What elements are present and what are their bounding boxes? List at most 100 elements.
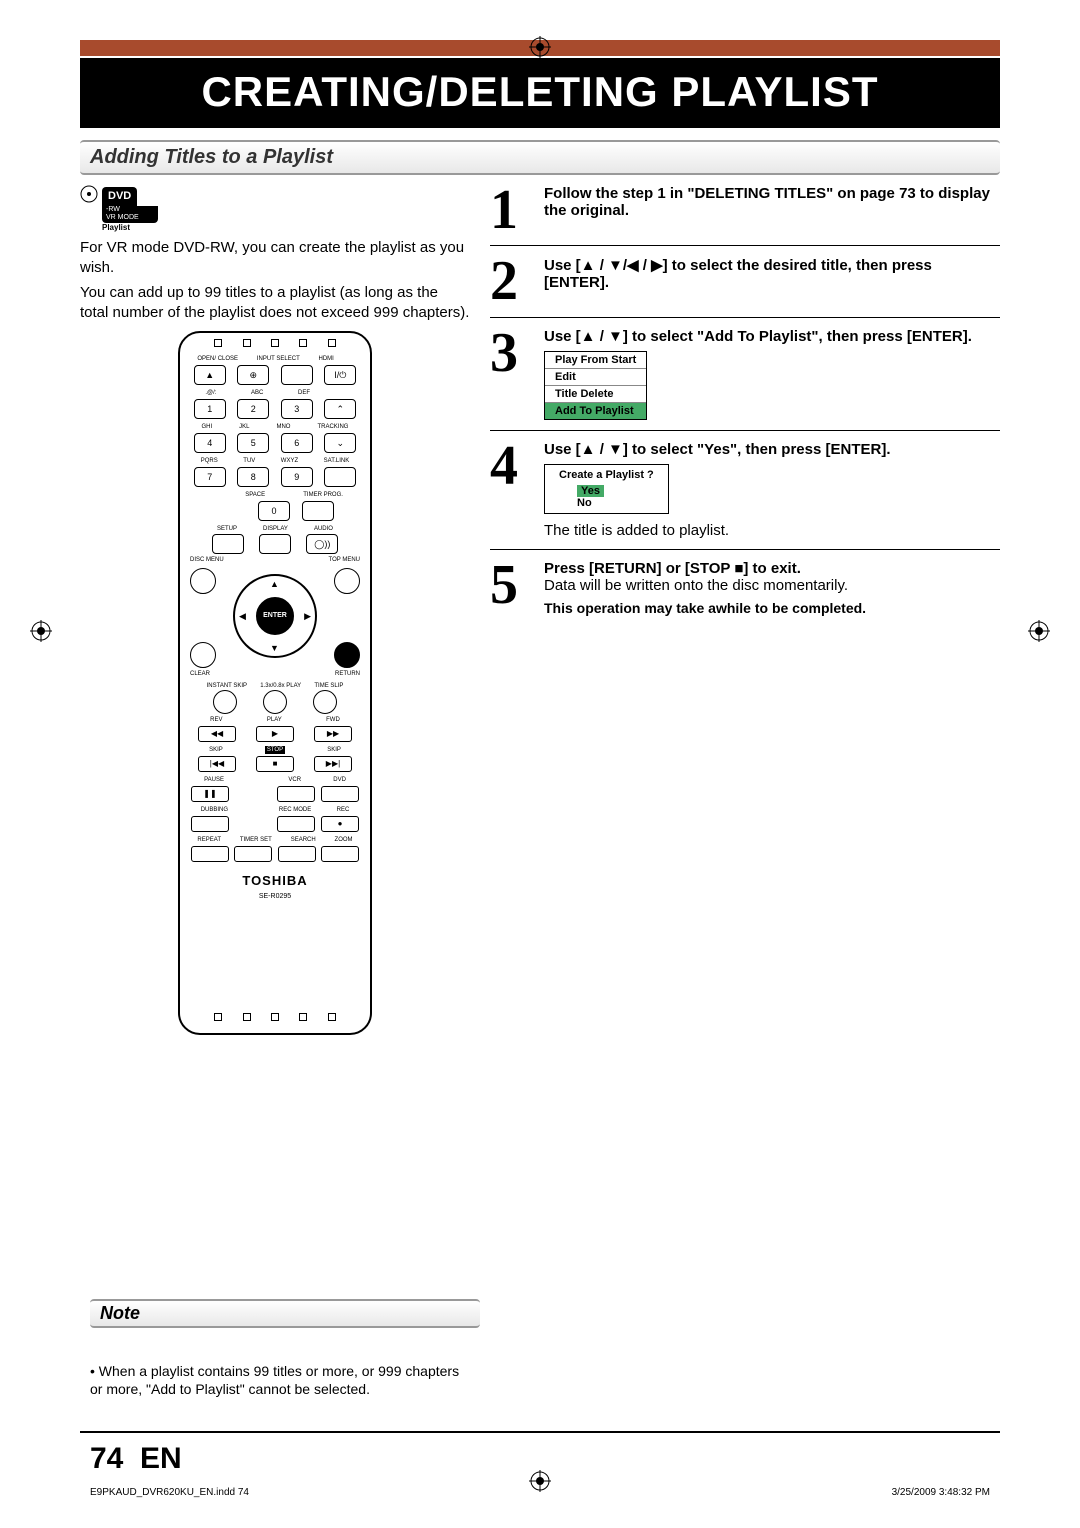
timer-set-button — [234, 846, 272, 862]
step-number: 4 — [490, 441, 534, 539]
num-7-button: 7 — [194, 467, 226, 487]
step-1: 1 Follow the step 1 in "DELETING TITLES"… — [490, 185, 1000, 246]
forward-button: ▶▶ — [314, 726, 352, 742]
step-number: 5 — [490, 560, 534, 616]
stop-button: ■ — [256, 756, 294, 772]
menu-item: Edit — [545, 369, 646, 386]
top-menu-label: TOP MENU — [329, 556, 360, 564]
audio-button: ◯)) — [306, 534, 338, 554]
num-9-button: 9 — [281, 467, 313, 487]
registration-mark-icon — [529, 1470, 551, 1492]
step-number: 3 — [490, 328, 534, 420]
instant-skip-button — [213, 690, 237, 714]
num-1-button: 1 — [194, 399, 226, 419]
confirm-question: Create a Playlist ? — [559, 469, 654, 481]
rec-button: ● — [321, 816, 359, 832]
remote-control-illustration: OPEN/ CLOSEINPUT SELECTHDMI ▲ ⊕ I/⏻ .@/:… — [178, 331, 372, 1035]
enter-button: ENTER — [256, 597, 294, 635]
hdmi-button — [281, 365, 313, 385]
page-title: CREATING/DELETING PLAYLIST — [80, 58, 1000, 128]
step-3-text: Use [▲ / ▼] to select "Add To Playlist",… — [544, 328, 1000, 345]
section-heading: Adding Titles to a Playlist — [80, 140, 1000, 175]
num-8-button: 8 — [237, 467, 269, 487]
model-label: SE-R0295 — [180, 892, 370, 901]
search-button — [278, 846, 316, 862]
zoom-button — [321, 846, 359, 862]
content-columns: DVD -RWVR MODE Playlist For VR mode DVD-… — [80, 185, 1000, 1035]
left-column: DVD -RWVR MODE Playlist For VR mode DVD-… — [80, 185, 470, 1035]
skip-fwd-button: ▶▶| — [314, 756, 352, 772]
num-4-button: 4 — [194, 433, 226, 453]
disc-menu-button — [190, 568, 216, 594]
onscreen-menu: Play From Start Edit Title Delete Add To… — [544, 351, 647, 420]
menu-item: Play From Start — [545, 352, 646, 369]
registration-mark-icon — [30, 620, 52, 642]
note-body: • When a playlist contains 99 titles or … — [90, 1362, 470, 1398]
clear-button — [190, 642, 216, 668]
num-5-button: 5 — [237, 433, 269, 453]
repeat-button — [191, 846, 229, 862]
clear-label: CLEAR — [190, 670, 210, 678]
footer-rule — [80, 1431, 1000, 1433]
num-2-button: 2 — [237, 399, 269, 419]
setup-button — [212, 534, 244, 554]
display-button — [259, 534, 291, 554]
note-heading: Note — [90, 1299, 480, 1328]
ir-dots-icon — [180, 333, 370, 353]
bottom-dots-icon — [180, 1007, 370, 1027]
channel-up-button: ⌃ — [324, 399, 356, 419]
footer-timestamp: 3/25/2009 3:48:32 PM — [892, 1487, 990, 1498]
top-menu-button — [334, 568, 360, 594]
step-2: 2 Use [▲ / ▼/◀ / ▶] to select the desire… — [490, 256, 1000, 317]
num-0-button: 0 — [258, 501, 290, 521]
input-select-button: ⊕ — [237, 365, 269, 385]
rewind-button: ◀◀ — [198, 726, 236, 742]
manual-page: CREATING/DELETING PLAYLIST Adding Titles… — [0, 0, 1080, 1528]
return-label: RETURN — [335, 670, 360, 678]
intro-text-1: For VR mode DVD-RW, you can create the p… — [80, 238, 470, 279]
confirm-no: No — [577, 497, 592, 509]
registration-mark-icon — [529, 36, 551, 58]
time-slip-button — [313, 690, 337, 714]
step-2-text: Use [▲ / ▼/◀ / ▶] to select the desired … — [544, 257, 932, 291]
right-column: 1 Follow the step 1 in "DELETING TITLES"… — [490, 185, 1000, 1035]
step-4-after: The title is added to playlist. — [544, 522, 1000, 539]
return-button — [334, 642, 360, 668]
channel-down-button: ⌄ — [324, 433, 356, 453]
satlink-button — [324, 467, 356, 487]
arrow-right-icon: ▶ — [304, 610, 311, 622]
play-button: ▶ — [256, 726, 294, 742]
step-5-sub: Data will be written onto the disc momen… — [544, 577, 1000, 594]
step-3: 3 Use [▲ / ▼] to select "Add To Playlist… — [490, 328, 1000, 431]
speed-play-button — [263, 690, 287, 714]
disc-icon — [80, 185, 98, 209]
step-number: 2 — [490, 256, 534, 306]
step-4: 4 Use [▲ / ▼] to select "Yes", then pres… — [490, 441, 1000, 550]
num-6-button: 6 — [281, 433, 313, 453]
page-number: 74 EN — [90, 1442, 182, 1476]
registration-mark-icon — [1028, 620, 1050, 642]
power-button: I/⏻ — [324, 365, 356, 385]
confirm-yes: Yes — [577, 485, 604, 497]
dvd-badge: DVD -RWVR MODE Playlist — [102, 185, 158, 234]
timer-prog-button — [302, 501, 334, 521]
step-4-text: Use [▲ / ▼] to select "Yes", then press … — [544, 441, 1000, 458]
step-5-text: Press [RETURN] or [STOP ■] to exit. — [544, 560, 1000, 577]
disc-menu-label: DISC MENU — [190, 556, 224, 564]
rec-mode-button — [277, 816, 315, 832]
skip-back-button: |◀◀ — [198, 756, 236, 772]
menu-item-selected: Add To Playlist — [545, 403, 646, 419]
arrow-down-icon: ▼ — [270, 642, 279, 654]
step-number: 1 — [490, 185, 534, 235]
num-3-button: 3 — [281, 399, 313, 419]
footer-filename: E9PKAUD_DVR620KU_EN.indd 74 — [90, 1487, 249, 1498]
brand-label: TOSHIBA — [180, 872, 370, 890]
arrow-left-icon: ◀ — [239, 610, 246, 622]
confirm-dialog: Create a Playlist ? Yes No — [544, 464, 669, 514]
menu-item: Title Delete — [545, 386, 646, 403]
dubbing-button — [191, 816, 229, 832]
dvd-button — [321, 786, 359, 802]
step-1-text: Follow the step 1 in "DELETING TITLES" o… — [544, 185, 990, 219]
vcr-button — [277, 786, 315, 802]
arrow-up-icon: ▲ — [270, 578, 279, 590]
